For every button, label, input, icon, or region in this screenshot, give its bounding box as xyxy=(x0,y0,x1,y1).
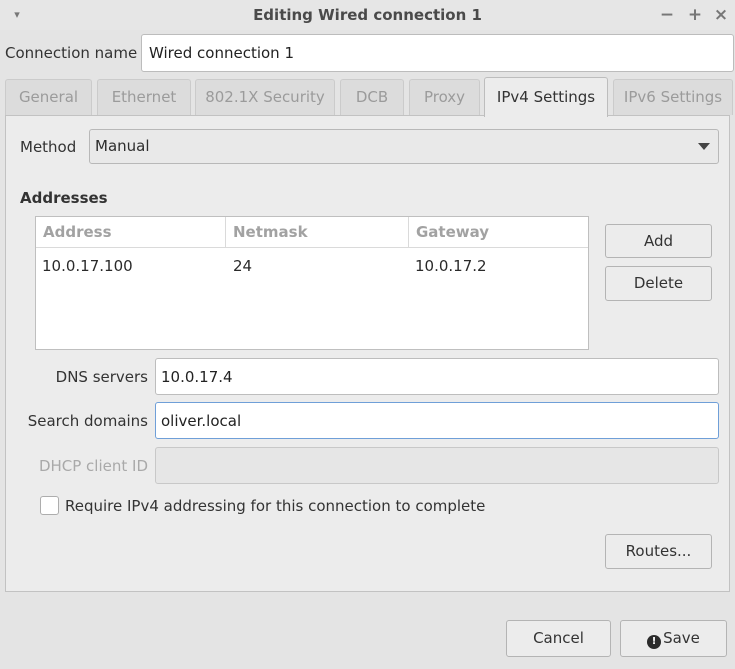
cell-address[interactable]: 10.0.17.100 xyxy=(42,255,133,277)
column-header-address[interactable]: Address xyxy=(36,217,226,248)
addresses-table[interactable]: Address Netmask Gateway 10.0.17.100 24 1… xyxy=(35,216,589,350)
dropdown-arrow-icon xyxy=(698,143,710,150)
save-icon: ! xyxy=(647,635,662,649)
column-header-gateway[interactable]: Gateway xyxy=(409,217,588,248)
ipv4-settings-panel xyxy=(5,115,730,592)
addresses-heading: Addresses xyxy=(20,189,108,207)
connection-name-input[interactable] xyxy=(141,34,734,72)
add-address-button[interactable]: Add xyxy=(605,224,712,258)
dhcp-client-id-input xyxy=(155,447,719,484)
tab-ipv6-settings[interactable]: IPv6 Settings xyxy=(613,79,733,115)
dns-servers-label: DNS servers xyxy=(55,368,148,386)
close-icon[interactable]: × xyxy=(710,3,732,27)
dns-servers-input[interactable] xyxy=(155,358,719,395)
dhcp-client-id-label: DHCP client ID xyxy=(38,457,148,475)
method-label: Method xyxy=(20,138,77,156)
table-row[interactable]: 10.0.17.100 24 10.0.17.2 xyxy=(36,250,588,282)
cancel-button[interactable]: Cancel xyxy=(506,620,611,657)
search-domains-label: Search domains xyxy=(27,412,148,430)
routes-button[interactable]: Routes... xyxy=(605,534,712,569)
cell-netmask[interactable]: 24 xyxy=(233,255,252,277)
maximize-icon[interactable]: + xyxy=(684,3,706,27)
column-header-netmask[interactable]: Netmask xyxy=(226,217,409,248)
minimize-icon[interactable]: − xyxy=(656,3,678,27)
method-dropdown[interactable]: Manual xyxy=(89,129,719,164)
window-title: Editing Wired connection 1 xyxy=(253,6,482,24)
tab-8021x-security[interactable]: 802.1X Security xyxy=(195,79,335,115)
tab-ipv4-settings[interactable]: IPv4 Settings xyxy=(484,77,608,117)
require-ipv4-label[interactable]: Require IPv4 addressing for this connect… xyxy=(65,495,485,517)
connection-name-label: Connection name xyxy=(5,44,138,62)
require-ipv4-checkbox[interactable] xyxy=(40,496,59,515)
tab-proxy[interactable]: Proxy xyxy=(409,79,480,115)
cell-gateway[interactable]: 10.0.17.2 xyxy=(415,255,487,277)
method-selected-value: Manual xyxy=(95,137,150,155)
save-button-label: Save xyxy=(663,629,700,647)
save-button[interactable]: ! Save xyxy=(620,620,727,657)
tab-dcb[interactable]: DCB xyxy=(340,79,404,115)
delete-address-button[interactable]: Delete xyxy=(605,266,712,301)
search-domains-input[interactable] xyxy=(155,402,719,439)
tab-general[interactable]: General xyxy=(5,79,92,115)
tab-ethernet[interactable]: Ethernet xyxy=(97,79,191,115)
